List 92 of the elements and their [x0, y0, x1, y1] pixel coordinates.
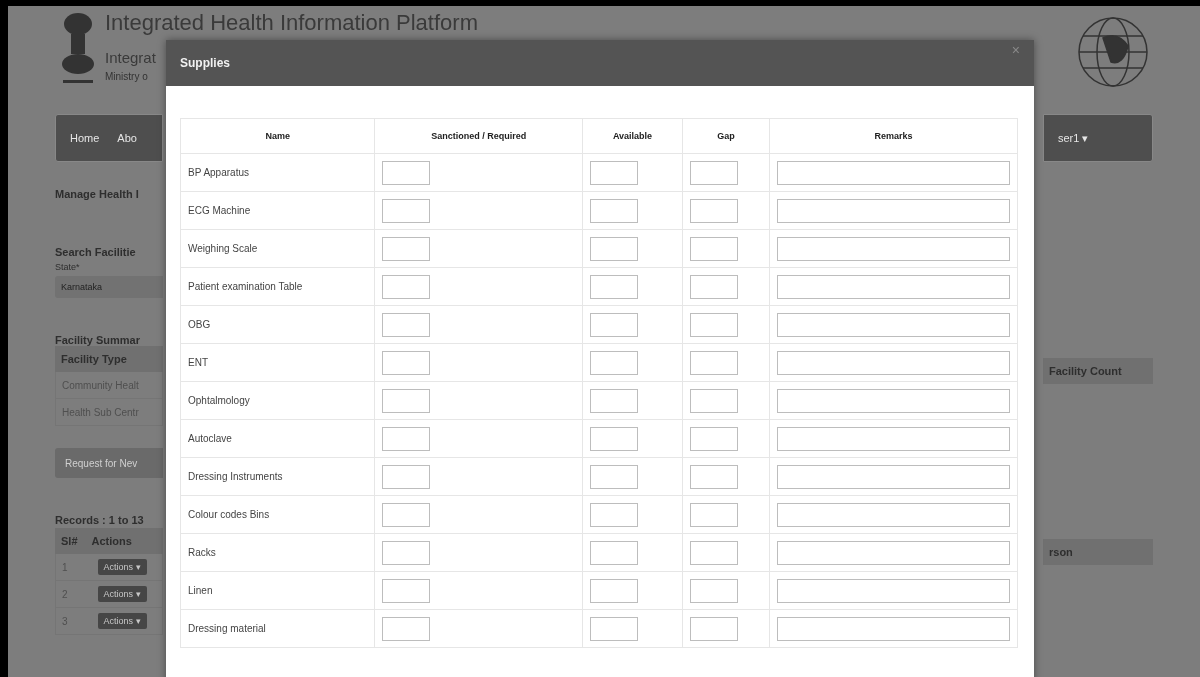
input-field[interactable] [689, 160, 738, 185]
item-name: Ophtalmology [180, 381, 375, 420]
input-field[interactable] [382, 464, 431, 489]
input-field[interactable] [382, 426, 431, 451]
page-heading: Manage Health I [55, 188, 140, 200]
input-field[interactable] [777, 198, 1010, 223]
input-field[interactable] [777, 426, 1010, 451]
column-header: Sl# [61, 535, 78, 547]
input-field[interactable] [777, 312, 1010, 337]
input-field[interactable] [689, 540, 738, 565]
column-header: Actions [91, 535, 132, 547]
item-name: Autoclave [180, 419, 375, 458]
input-field[interactable] [689, 426, 738, 451]
nav-link[interactable]: Home [70, 132, 100, 144]
input-field[interactable] [382, 274, 431, 299]
input-field[interactable] [590, 502, 639, 527]
records-count: Records : 1 to 13 [55, 514, 145, 526]
input-field[interactable] [777, 274, 1010, 299]
input-field[interactable] [689, 350, 738, 375]
dialog-title: Supplies [180, 56, 230, 70]
input-field[interactable] [777, 578, 1010, 603]
input-field[interactable] [382, 198, 431, 223]
actions-button[interactable]: Actions ▾ [97, 613, 147, 629]
item-name: ECG Machine [180, 191, 375, 230]
actions-button[interactable]: Actions ▾ [97, 559, 147, 575]
table-header: Facility Type [55, 346, 163, 372]
input-field[interactable] [689, 312, 738, 337]
input-field[interactable] [382, 540, 431, 565]
item-name: BP Apparatus [180, 153, 375, 192]
input-field[interactable] [777, 236, 1010, 261]
input-field[interactable] [689, 578, 738, 603]
input-field[interactable] [590, 464, 639, 489]
input-field[interactable] [590, 616, 639, 641]
input-field[interactable] [382, 350, 431, 375]
input-field[interactable] [382, 160, 431, 185]
item-name: OBG [180, 305, 375, 344]
input-field[interactable] [689, 198, 738, 223]
user-menu[interactable]: ser1 ▾ [1058, 131, 1089, 145]
input-field[interactable] [590, 426, 639, 451]
input-field[interactable] [689, 464, 738, 489]
item-name: Linen [180, 571, 375, 610]
request-button[interactable]: Request for Nev [55, 448, 163, 478]
input-field[interactable] [590, 312, 639, 337]
item-name: Racks [180, 533, 375, 572]
input-field[interactable] [777, 540, 1010, 565]
input-field[interactable] [382, 236, 431, 261]
section-title: Facility Summar [55, 334, 141, 346]
column-header: Gap [682, 118, 770, 154]
input-field[interactable] [689, 388, 738, 413]
input-field[interactable] [382, 388, 431, 413]
input-field[interactable] [777, 502, 1010, 527]
table-header: Facility Count [1043, 358, 1153, 384]
item-name: Patient examination Table [180, 267, 375, 306]
input-field[interactable] [382, 578, 431, 603]
column-header: Sanctioned / Required [374, 118, 583, 154]
field-label: State* [55, 262, 81, 272]
input-field[interactable] [777, 350, 1010, 375]
input-field[interactable] [777, 616, 1010, 641]
site-subtitle: Integrat [105, 48, 156, 68]
input-field[interactable] [590, 540, 639, 565]
input-field[interactable] [590, 160, 639, 185]
section-title: Search Facilitie [55, 246, 137, 258]
input-field[interactable] [590, 198, 639, 223]
site-title: Integrated Health Information Platform [105, 10, 478, 36]
input-field[interactable] [689, 616, 738, 641]
input-field[interactable] [590, 274, 639, 299]
input-field[interactable] [382, 312, 431, 337]
item-name: Weighing Scale [180, 229, 375, 268]
input-field[interactable] [590, 388, 639, 413]
column-header: Name [180, 118, 375, 154]
column-header: Remarks [769, 118, 1018, 154]
input-field[interactable] [382, 616, 431, 641]
input-field[interactable] [590, 236, 639, 261]
input-field[interactable] [689, 236, 738, 261]
item-name: ENT [180, 343, 375, 382]
actions-button[interactable]: Actions ▾ [97, 586, 147, 602]
item-name: Colour codes Bins [180, 495, 375, 534]
input-field[interactable] [777, 388, 1010, 413]
item-name: Dressing material [180, 609, 375, 648]
input-field[interactable] [777, 160, 1010, 185]
input-field[interactable] [590, 350, 639, 375]
column-header: Available [582, 118, 683, 154]
input-field[interactable] [689, 274, 738, 299]
input-field[interactable] [689, 502, 738, 527]
input-field[interactable] [382, 502, 431, 527]
input-field[interactable] [777, 464, 1010, 489]
item-name: Dressing Instruments [180, 457, 375, 496]
input-field[interactable] [590, 578, 639, 603]
nav-link[interactable]: Abo [117, 132, 137, 144]
ministry-text: Ministry o [105, 70, 148, 84]
table-header: rson [1043, 539, 1153, 565]
state-select[interactable]: Karnataka [55, 276, 163, 298]
